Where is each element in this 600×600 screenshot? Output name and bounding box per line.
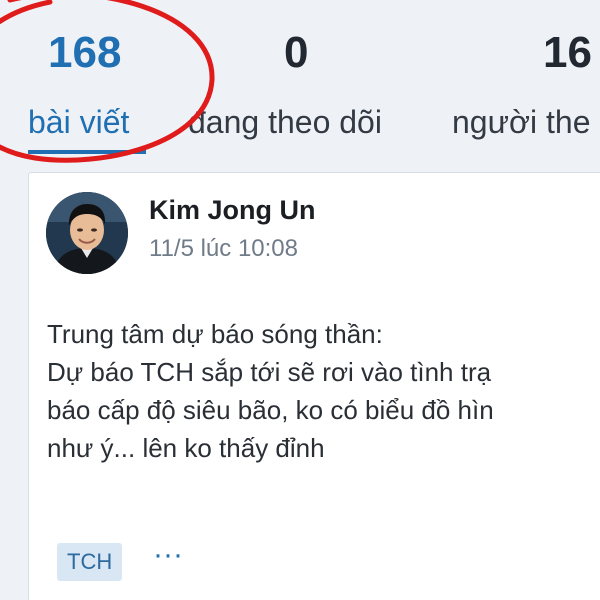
- post-body: Trung tâm dự báo sóng thần: Dự báo TCH s…: [47, 315, 600, 467]
- profile-stats-bar: 168 bài viết 0 đang theo dõi 16 người th…: [0, 0, 600, 170]
- post-line: Trung tâm dự báo sóng thần:: [47, 319, 383, 349]
- post-card: Kim Jong Un 11/5 lúc 10:08 Trung tâm dự …: [28, 172, 600, 600]
- tag-chip[interactable]: TCH: [57, 543, 123, 581]
- post-timestamp[interactable]: 11/5 lúc 10:08: [149, 235, 298, 263]
- author-avatar[interactable]: [46, 192, 128, 274]
- post-line: báo cấp độ siêu bão, ko có biểu đồ hìn: [47, 395, 494, 425]
- post-line: Dự báo TCH sắp tới sẽ rơi vào tình trạ: [47, 357, 492, 387]
- posts-label: bài viết: [28, 104, 130, 140]
- posts-count: 168: [48, 28, 122, 77]
- followers-label: người the: [452, 104, 591, 140]
- profile-page: 168 bài viết 0 đang theo dõi 16 người th…: [0, 0, 600, 600]
- followers-count: 16: [543, 28, 592, 77]
- following-label: đang theo dõi: [188, 104, 382, 140]
- author-name[interactable]: Kim Jong Un: [149, 195, 316, 226]
- post-line: như ý... lên ko thấy đỉnh: [47, 433, 325, 463]
- more-options-button[interactable]: ···: [151, 540, 185, 579]
- avatar-image: [46, 192, 128, 274]
- following-count: 0: [284, 28, 309, 77]
- active-tab-underline: [28, 150, 146, 154]
